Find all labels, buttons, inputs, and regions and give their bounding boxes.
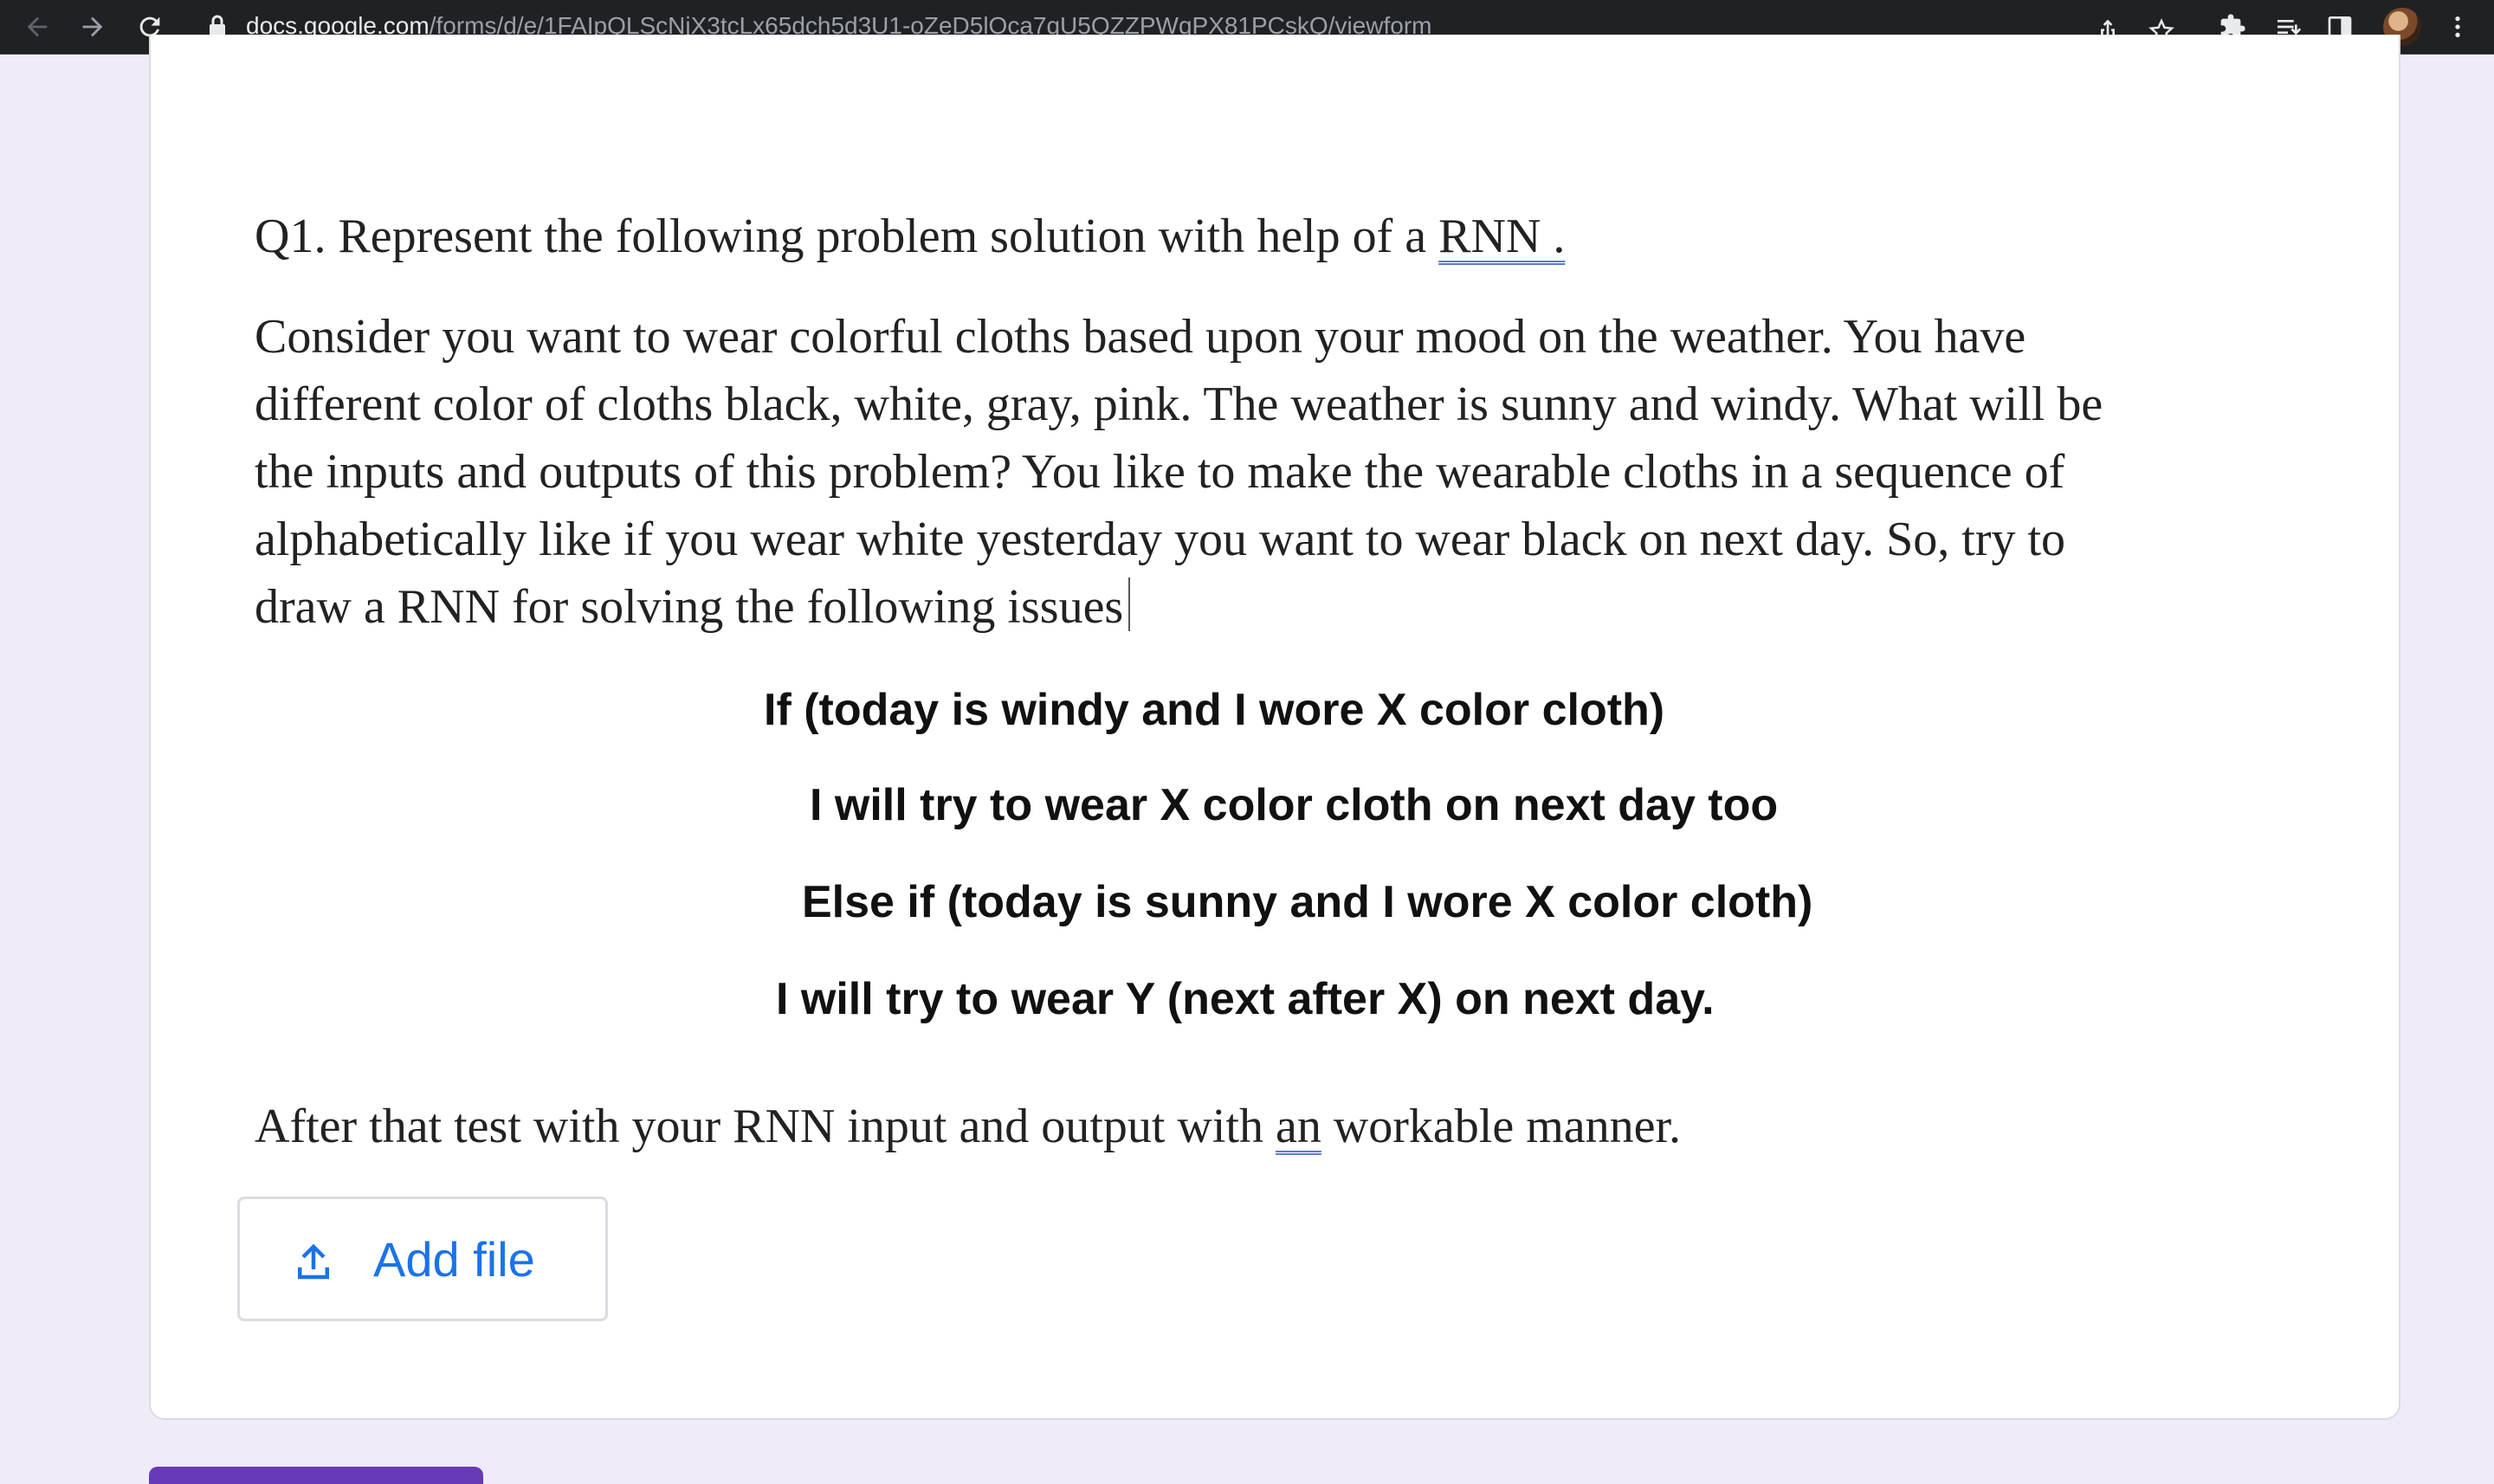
rule-line-1: If (today is windy and I wore X color cl… <box>764 685 1665 735</box>
text-caret <box>1128 577 1131 631</box>
question-title-text: Q1. Represent the following problem solu… <box>255 210 1439 263</box>
rule-line-3: Else if (today is sunny and I wore X col… <box>802 877 1813 927</box>
paragraph-line: alphabetically like if you wear white ye… <box>255 513 2066 566</box>
rule-line-2: I will try to wear X color cloth on next… <box>810 780 1779 830</box>
submit-button-edge[interactable] <box>149 1467 483 1484</box>
forward-icon[interactable] <box>71 5 114 48</box>
paragraph-line: Consider you want to wear colorful cloth… <box>255 310 2026 364</box>
paragraph-line-last: draw a RNN for solving the following iss… <box>255 573 2420 641</box>
rnn-link-text: RNN . <box>1438 210 1566 263</box>
question-title: Q1. Represent the following problem solu… <box>255 206 1565 267</box>
paragraph-line: draw a RNN for solving the following iss… <box>255 580 1124 634</box>
back-icon[interactable] <box>16 5 59 48</box>
footer-text-end: workable manner. <box>1321 1100 1682 1153</box>
footer-text: After that test with your RNN input and … <box>255 1100 1276 1153</box>
add-file-label: Add file <box>373 1232 535 1287</box>
question-paragraph: Consider you want to wear colorful cloth… <box>255 303 2420 641</box>
rule-line-4: I will try to wear Y (next after X) on n… <box>776 974 1715 1024</box>
add-file-button[interactable]: Add file <box>237 1197 608 1321</box>
question-footer: After that test with your RNN input and … <box>255 1096 1681 1157</box>
paragraph-line: different color of cloths black, white, … <box>255 377 2103 431</box>
upload-icon <box>298 1243 329 1280</box>
footer-underlined-word: an <box>1275 1100 1321 1153</box>
paragraph-line: the inputs and outputs of this problem? … <box>255 445 2065 499</box>
more-icon[interactable] <box>2440 10 2475 44</box>
question-card: Q1. Represent the following problem solu… <box>149 35 2400 1420</box>
